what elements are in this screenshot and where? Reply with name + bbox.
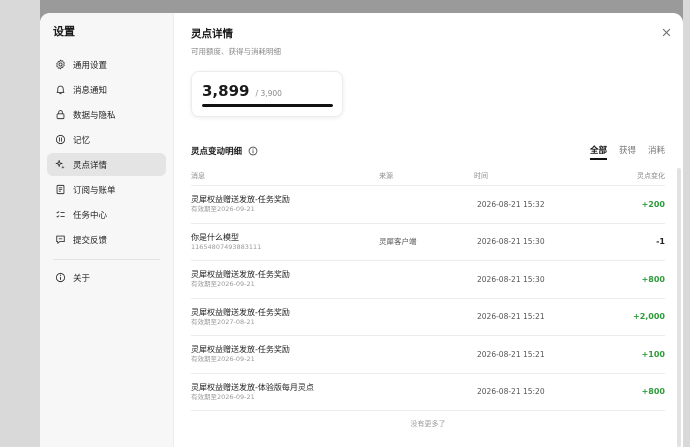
sidebar-item-feedback[interactable]: 提交反馈 [47,228,166,251]
sidebar-item-label: 记忆 [73,135,91,146]
scrollbar[interactable] [677,168,681,447]
column-header-change: 灵点变化 [637,172,665,180]
row-time: 2026-08-21 15:30 [477,237,545,247]
filter-tab-earned[interactable]: 获得 [619,144,636,159]
row-change: +2,000 [632,312,665,322]
filter-tab-spent[interactable]: 消耗 [648,144,665,159]
sidebar-item-label: 关于 [73,273,91,284]
balance-value: 3,899 [202,82,250,100]
sidebar-item-about[interactable]: 关于 [47,266,166,289]
section-title: 灵点变动明细 [191,145,258,157]
row-message: 你是什么模型 11654807493883111 [191,232,379,252]
lock-icon [53,108,67,122]
row-subtitle: 有效期至2026-09-21 [191,205,255,214]
row-time: 2026-08-21 15:21 [477,349,545,359]
backdrop-left [0,0,40,447]
row-change: +200 [641,199,665,209]
task-icon [53,208,67,222]
sidebar-item-privacy[interactable]: 数据与隐私 [47,103,166,126]
settings-sidebar: 设置 通用设置 消息通知 数据与隐私 记忆 灵点详情 订阅与账单 任务中心 提交… [40,13,174,447]
row-message: 灵犀权益赠送发放-体验版每月灵点 有效期至2026-09-21 [191,382,379,402]
filter-tab-all[interactable]: 全部 [589,144,607,160]
close-icon [662,28,670,36]
row-title: 灵犀权益赠送发放-任务奖励 [191,270,290,280]
table-row: 灵犀权益赠送发放-任务奖励 有效期至2026-09-21 2026-08-21 … [191,336,665,374]
row-time: 2026-08-21 15:21 [477,312,545,322]
row-title: 你是什么模型 [191,232,239,242]
sparkle-icon [53,158,67,172]
sidebar-item-notifications[interactable]: 消息通知 [47,78,166,101]
sidebar-item-billing[interactable]: 订阅与账单 [47,178,166,201]
row-message: 灵犀权益赠送发放-任务奖励 有效期至2026-09-21 [191,344,379,364]
balance-progress-fill [202,104,333,107]
row-message: 灵犀权益赠送发放-任务奖励 有效期至2027-08-21 [191,307,379,327]
row-change: +100 [641,349,665,359]
row-title: 灵犀权益赠送发放-任务奖励 [191,307,290,317]
sidebar-title: 设置 [53,25,75,38]
settings-dialog: 设置 通用设置 消息通知 数据与隐私 记忆 灵点详情 订阅与账单 任务中心 提交… [40,13,683,447]
page-subtitle: 可用额度、获得与消耗明细 [191,47,281,56]
row-message: 灵犀权益赠送发放-任务奖励 有效期至2026-09-21 [191,269,379,289]
row-subtitle: 有效期至2026-09-21 [191,355,255,364]
row-time: 2026-08-21 15:20 [477,387,545,397]
sidebar-item-label: 通用设置 [73,60,108,71]
sidebar-item-label: 数据与隐私 [73,110,116,121]
balance-card: 3,899 / 3,900 [191,71,343,117]
row-change: +800 [641,274,665,284]
sidebar-divider [53,259,160,260]
filter-tabs: 全部 获得 消耗 [589,144,665,160]
bell-icon [53,83,67,97]
main-panel: 灵点详情 可用额度、获得与消耗明细 3,899 / 3,900 灵点变动明细 全… [174,13,683,447]
feedback-icon [53,233,67,247]
sidebar-item-label: 任务中心 [73,210,108,221]
section-title-label: 灵点变动明细 [191,147,243,157]
info-icon[interactable] [248,146,258,156]
row-subtitle: 有效期至2026-09-21 [191,392,255,401]
sidebar-nav: 通用设置 消息通知 数据与隐私 记忆 灵点详情 订阅与账单 任务中心 提交反馈 … [40,53,173,289]
column-header-source: 来源 [379,172,393,180]
table-header: 消息 来源 时间 灵点变化 [191,169,665,183]
table-row: 灵犀权益赠送发放-体验版每月灵点 有效期至2026-09-21 2026-08-… [191,374,665,411]
receipt-icon [53,183,67,197]
row-change: -1 [656,237,665,247]
sidebar-item-tasks[interactable]: 任务中心 [47,203,166,226]
table-row: 灵犀权益赠送发放-任务奖励 有效期至2026-09-21 2026-08-21 … [191,261,665,299]
row-title: 灵犀权益赠送发放-任务奖励 [191,345,290,355]
sidebar-item-lingdian[interactable]: 灵点详情 [47,153,166,176]
no-more-text: 没有更多了 [410,420,446,428]
row-time: 2026-08-21 15:32 [477,199,545,209]
sidebar-item-general[interactable]: 通用设置 [47,53,166,76]
transactions-table: 灵犀权益赠送发放-任务奖励 有效期至2026-09-21 2026-08-21 … [191,185,665,411]
column-header-time: 时间 [474,172,488,180]
close-button[interactable] [659,25,673,39]
row-title: 灵犀权益赠送发放-任务奖励 [191,195,290,205]
info-icon [53,271,67,285]
row-change: +800 [641,387,665,397]
table-row: 灵犀权益赠送发放-任务奖励 有效期至2026-09-21 2026-08-21 … [191,186,665,224]
column-header-message: 消息 [191,172,205,180]
row-time: 2026-08-21 15:30 [477,274,545,284]
row-source: 灵犀客户端 [379,237,417,247]
row-subtitle: 11654807493883111 [191,242,262,251]
row-subtitle: 有效期至2026-09-21 [191,280,255,289]
page-title: 灵点详情 [191,28,233,40]
backdrop-right [683,0,690,447]
table-row: 灵犀权益赠送发放-任务奖励 有效期至2027-08-21 2026-08-21 … [191,299,665,336]
sidebar-item-label: 订阅与账单 [73,185,116,196]
gear-icon [53,58,67,72]
sidebar-item-label: 消息通知 [73,85,108,96]
sidebar-item-label: 提交反馈 [73,235,108,246]
memory-icon [53,133,67,147]
table-row: 你是什么模型 11654807493883111 灵犀客户端 2026-08-2… [191,224,665,261]
balance-total: / 3,900 [255,89,282,98]
section-header: 灵点变动明细 全部 获得 消耗 [191,143,665,160]
sidebar-item-label: 灵点详情 [73,160,108,171]
row-title: 灵犀权益赠送发放-体验版每月灵点 [191,382,314,392]
balance-progress-bar [202,104,333,107]
row-message: 灵犀权益赠送发放-任务奖励 有效期至2026-09-21 [191,194,379,214]
row-subtitle: 有效期至2027-08-21 [191,317,255,326]
sidebar-item-memory[interactable]: 记忆 [47,128,166,151]
